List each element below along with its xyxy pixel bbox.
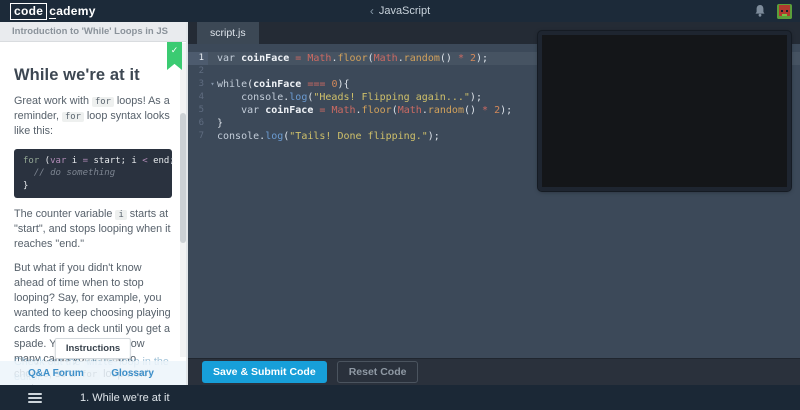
line-number[interactable]: 6 — [188, 117, 208, 130]
fold-spacer — [208, 117, 217, 130]
logo-rest-text: ademy — [56, 4, 96, 18]
top-navbar: codecademy ‹ JavaScript — [0, 0, 800, 22]
fold-spacer — [208, 91, 217, 104]
instructions-tab[interactable]: Instructions — [55, 338, 131, 359]
line-number[interactable]: 7 — [188, 130, 208, 143]
line-number[interactable]: 1 — [188, 52, 208, 65]
course-breadcrumb[interactable]: ‹ JavaScript — [370, 0, 430, 22]
code-editor: script.js 1var coinFace = Math.floor(Mat… — [185, 22, 800, 385]
fold-caret-icon[interactable]: ▾ — [208, 78, 217, 91]
menu-icon[interactable] — [28, 393, 42, 403]
fold-spacer — [208, 104, 217, 117]
glossary-link[interactable]: Glossary — [111, 368, 154, 379]
qa-forum-link[interactable]: Q&A Forum — [28, 368, 84, 379]
tab-script-js[interactable]: script.js — [197, 22, 259, 44]
lesson-footer-links: Q&A Forum Glossary — [0, 361, 186, 385]
chevron-left-icon: ‹ — [370, 4, 374, 18]
lesson-panel: Introduction to 'While' Loops in JS ✓ Wh… — [0, 22, 186, 385]
fold-spacer — [208, 65, 217, 78]
logo-cursor-letter: c — [49, 4, 56, 19]
lesson-code-line: // do something — [23, 167, 163, 179]
inline-code: for — [92, 97, 114, 107]
editor-actionbar: Save & Submit Code Reset Code — [188, 358, 800, 385]
line-number[interactable]: 4 — [188, 91, 208, 104]
course-title: JavaScript — [379, 5, 430, 17]
panel-scrollbar-track — [180, 43, 186, 357]
codecademy-logo[interactable]: codecademy — [10, 3, 96, 20]
save-submit-button[interactable]: Save & Submit Code — [202, 361, 327, 383]
inline-code: i — [115, 210, 126, 220]
avatar[interactable] — [777, 4, 792, 19]
logo-boxed-text: code — [10, 3, 47, 20]
web-preview-panel — [538, 31, 791, 191]
lesson-code-line: } — [23, 180, 163, 192]
lesson-paragraph: The counter variable i starts at "start"… — [14, 207, 172, 252]
lesson-header: Introduction to 'While' Loops in JS — [0, 22, 186, 42]
fold-spacer — [208, 52, 217, 65]
panel-scrollbar-thumb[interactable] — [180, 113, 186, 243]
lesson-code-line: for (var i = start; i < end; i++) { — [23, 155, 163, 167]
line-number[interactable]: 3 — [188, 78, 208, 91]
exercise-label: 1. While we're at it — [80, 392, 170, 404]
line-number[interactable]: 2 — [188, 65, 208, 78]
lesson-title: While we're at it — [14, 66, 172, 85]
lesson-code-block: for (var i = start; i < end; i++) { // d… — [14, 149, 172, 197]
lesson-paragraph: Great work with for loops! As a reminder… — [14, 94, 172, 139]
reset-code-button[interactable]: Reset Code — [337, 361, 419, 383]
bell-icon[interactable] — [753, 4, 767, 18]
fold-spacer — [208, 130, 217, 143]
inline-code: for — [62, 112, 84, 122]
bottom-navbar: 1. While we're at it — [0, 385, 800, 410]
line-number[interactable]: 5 — [188, 104, 208, 117]
